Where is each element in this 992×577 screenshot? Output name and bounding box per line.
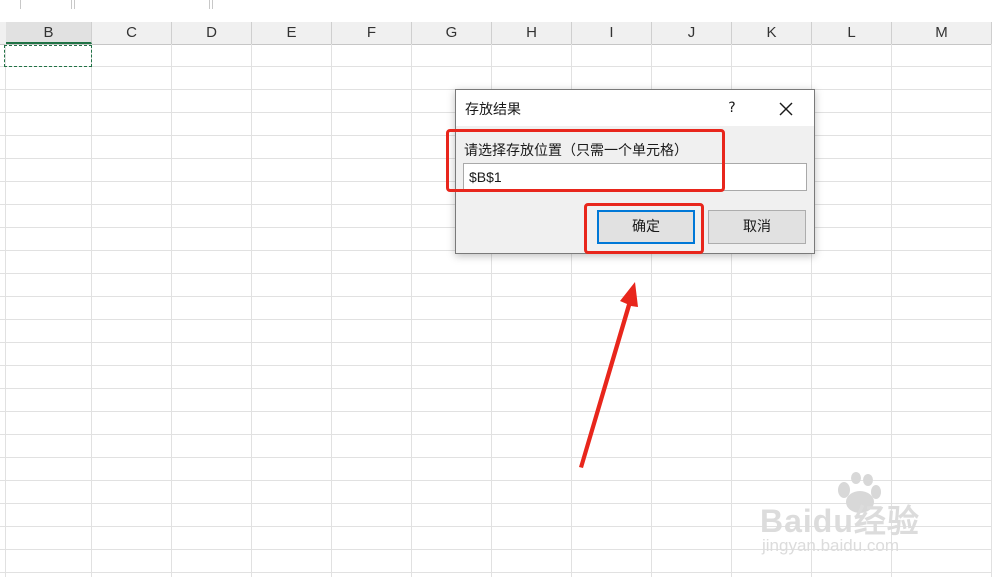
column-header-k[interactable]: K xyxy=(732,22,812,44)
location-prompt-label: 请选择存放位置（只需一个单元格） xyxy=(464,143,688,159)
column-header-g[interactable]: G xyxy=(412,22,492,44)
dialog-titlebar[interactable]: 存放结果 ? xyxy=(456,90,814,126)
column-header-b[interactable]: B xyxy=(6,22,92,44)
grid-line xyxy=(891,44,892,577)
column-header-i[interactable]: I xyxy=(572,22,652,44)
column-header-m[interactable]: M xyxy=(892,22,992,44)
name-box-dropdown-remnant[interactable] xyxy=(74,0,210,9)
grid-line xyxy=(251,44,252,577)
column-header-e[interactable]: E xyxy=(252,22,332,44)
column-header-d[interactable]: D xyxy=(172,22,252,44)
cell-reference-input[interactable] xyxy=(463,163,807,191)
column-header-h[interactable]: H xyxy=(492,22,572,44)
ok-button[interactable]: 确定 xyxy=(597,210,695,244)
grid-line xyxy=(171,44,172,577)
column-header-f[interactable]: F xyxy=(332,22,412,44)
column-header-l[interactable]: L xyxy=(812,22,892,44)
spacer xyxy=(0,10,992,22)
grid-line xyxy=(411,44,412,577)
column-header-j[interactable]: J xyxy=(652,22,732,44)
grid-line xyxy=(331,44,332,577)
screenshot-stage: BCDEFGHIJKLM 存放结果 ? 请选择存放位置（只需一个单元格） 确定 … xyxy=(0,0,992,577)
store-result-dialog: 存放结果 ? 请选择存放位置（只需一个单元格） 确定 取消 xyxy=(455,89,815,254)
grid-line xyxy=(91,44,92,577)
copy-selection-marquee xyxy=(4,45,92,67)
cancel-button[interactable]: 取消 xyxy=(708,210,806,244)
name-box-remnant[interactable] xyxy=(20,0,72,9)
formula-input-remnant[interactable] xyxy=(212,0,992,9)
close-icon[interactable] xyxy=(774,97,798,121)
dialog-title: 存放结果 xyxy=(465,102,521,118)
grid-line xyxy=(5,44,6,577)
help-icon[interactable]: ? xyxy=(722,98,742,118)
column-header-c[interactable]: C xyxy=(92,22,172,44)
